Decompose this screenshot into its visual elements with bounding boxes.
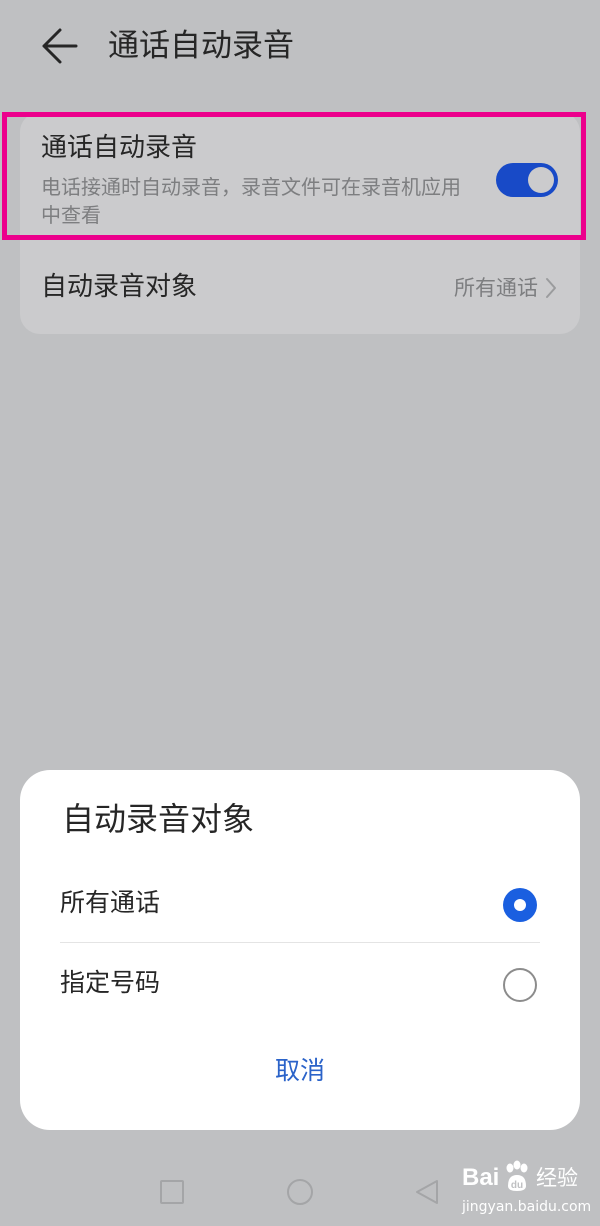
watermark-logo: Bai xyxy=(462,1164,500,1191)
settings-card: 通话自动录音 电话接通时自动录音，录音文件可在录音机应用中查看 自动录音对象 所… xyxy=(20,112,580,334)
option-specified-numbers[interactable]: 指定号码 xyxy=(60,950,540,1020)
radio-unchecked-icon[interactable] xyxy=(503,968,537,1002)
chevron-right-icon xyxy=(546,278,556,298)
auto-record-row: 通话自动录音 电话接通时自动录音，录音文件可在录音机应用中查看 xyxy=(20,112,580,240)
record-target-value: 所有通话 xyxy=(454,276,538,300)
square-icon[interactable] xyxy=(160,1180,184,1204)
cancel-button[interactable]: 取消 xyxy=(200,1046,400,1096)
watermark-url: jingyan.baidu.com xyxy=(462,1199,592,1215)
app-header: 通话自动录音 xyxy=(0,0,600,96)
arrow-left-icon xyxy=(42,28,78,64)
page-title: 通话自动录音 xyxy=(108,28,294,64)
triangle-back-icon[interactable] xyxy=(414,1178,440,1206)
dialog-title: 自动录音对象 xyxy=(62,800,255,838)
svg-text:du: du xyxy=(511,1180,523,1191)
divider xyxy=(60,942,540,943)
option-label: 所有通话 xyxy=(60,888,161,917)
paw-icon: du xyxy=(506,1160,528,1191)
auto-record-description: 电话接通时自动录音，录音文件可在录音机应用中查看 xyxy=(41,175,461,227)
record-target-dialog: 自动录音对象 所有通话 指定号码 取消 xyxy=(20,770,580,1130)
option-all-calls[interactable]: 所有通话 xyxy=(60,870,540,940)
option-label: 指定号码 xyxy=(60,968,161,997)
toggle-knob xyxy=(528,167,554,193)
record-target-label: 自动录音对象 xyxy=(41,272,198,302)
record-target-row[interactable]: 自动录音对象 所有通话 xyxy=(20,252,580,324)
back-button[interactable] xyxy=(36,26,84,66)
radio-checked-icon[interactable] xyxy=(503,888,537,922)
auto-record-toggle[interactable] xyxy=(496,163,558,197)
watermark-text: 经验 xyxy=(536,1166,578,1190)
circle-icon[interactable] xyxy=(287,1179,313,1205)
watermark: Bai du 经验 jingyan.baidu.com xyxy=(458,1160,598,1220)
auto-record-title: 通话自动录音 xyxy=(41,133,198,163)
screen: 通话自动录音 通话自动录音 电话接通时自动录音，录音文件可在录音机应用中查看 自… xyxy=(0,0,600,1226)
